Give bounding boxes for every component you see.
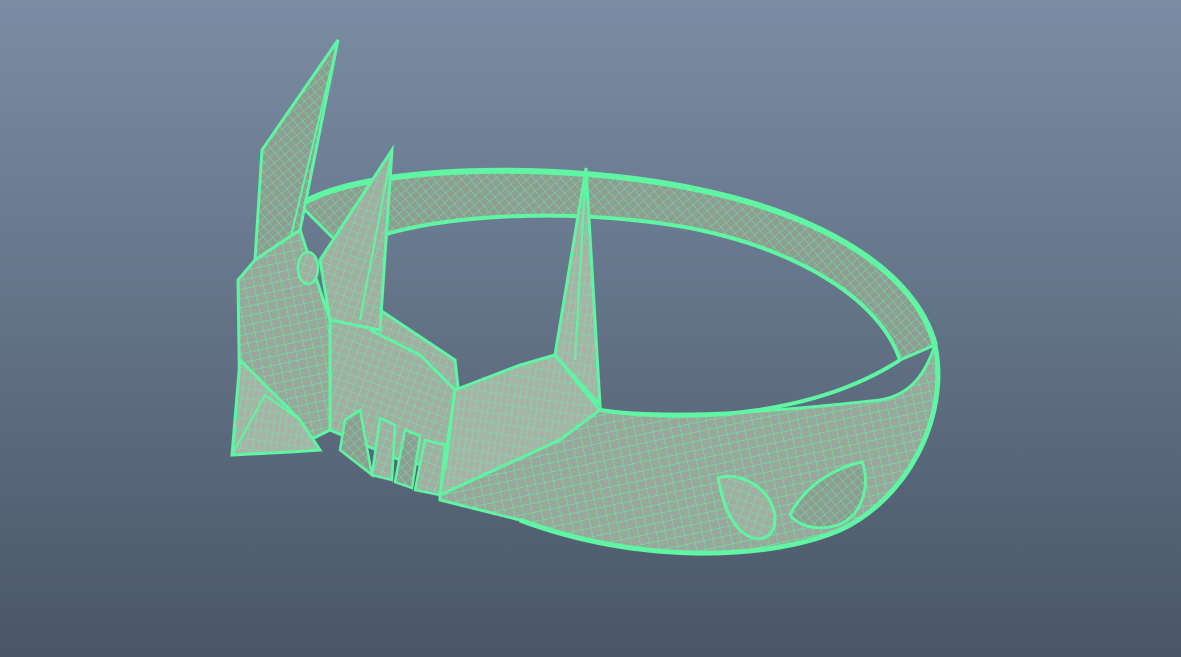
- 3d-viewport[interactable]: [0, 0, 1181, 657]
- spike-middle[interactable]: [318, 144, 394, 332]
- viewport-canvas[interactable]: [0, 0, 1181, 657]
- gem-socket[interactable]: [296, 250, 320, 286]
